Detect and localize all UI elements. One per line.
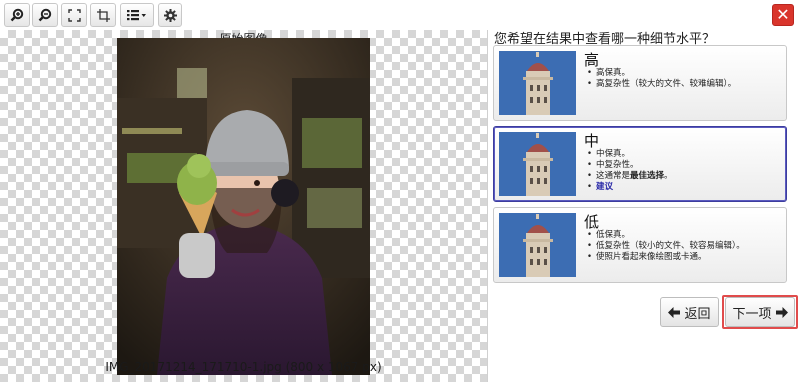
close-button[interactable]: ✕ [772,4,794,26]
zoom-out-icon [38,8,52,22]
back-button[interactable]: 返回 [660,297,719,327]
file-caption: IMG_20171214_171710-1.jpg (800 x 1067 px… [105,360,382,374]
option-thumbnail [499,213,576,277]
option-thumbnail [499,132,576,196]
back-button-label: 返回 [684,306,711,322]
fit-screen-icon [67,8,81,22]
best-choice-suffix: 。 [664,171,673,181]
crop-button[interactable] [90,3,116,27]
best-choice-text: 最佳选择 [630,171,665,181]
recommended-label: 建议 [596,182,614,192]
option-medium-title: 中 [584,132,600,150]
option-high[interactable]: 高 高保真。 高复杂性（较大的文件、较难编辑）。 [493,45,787,121]
list-item: 中保真。 [586,149,673,160]
arrow-left-icon [668,306,681,318]
list-item: 这通常是最佳选择。 [586,171,673,182]
view-menu-button[interactable] [120,3,154,27]
list-item: 建议 [586,182,673,193]
tower-thumbnail-image [499,213,576,277]
crop-icon [96,8,110,22]
option-medium[interactable]: 中 中保真。 中复杂性。 这通常是最佳选择。 建议 [493,126,787,202]
original-photo [117,38,370,375]
fit-screen-button[interactable] [61,3,87,27]
next-button[interactable]: 下一项 [725,297,795,327]
option-high-details: 高保真。 高复杂性（较大的文件、较难编辑）。 [586,68,736,90]
toolbar: ✕ [0,0,800,30]
list-item: 低保真。 [586,230,745,241]
list-item: 高复杂性（较大的文件、较难编辑）。 [586,79,736,90]
option-medium-details: 中保真。 中复杂性。 这通常是最佳选择。 建议 [586,149,673,193]
settings-button[interactable] [158,3,182,27]
list-item: 高保真。 [586,68,736,79]
photo-image [117,38,370,375]
list-item: 使照片看起来像绘图或卡通。 [586,252,745,263]
gear-icon [163,8,177,22]
tower-thumbnail-image [499,132,576,196]
list-item: 低复杂性（较小的文件、较容易编辑）。 [586,241,745,252]
list-menu-icon [127,10,146,21]
arrow-right-icon [775,306,788,318]
option-high-title: 高 [584,51,600,69]
option-low-details: 低保真。 低复杂性（较小的文件、较容易编辑）。 使照片看起来像绘图或卡通。 [586,230,745,263]
option-low[interactable]: 低 低保真。 低复杂性（较小的文件、较容易编辑）。 使照片看起来像绘图或卡通。 [493,207,787,283]
zoom-in-button[interactable] [4,3,30,27]
best-choice-prefix: 这通常是 [596,171,631,181]
zoom-in-icon [10,8,24,22]
image-preview: 原始图像 [0,30,487,382]
zoom-out-button[interactable] [32,3,58,27]
option-low-title: 低 [584,213,600,231]
option-thumbnail [499,51,576,115]
tower-thumbnail-image [499,51,576,115]
panel-divider [487,30,488,382]
list-item: 中复杂性。 [586,160,673,171]
next-button-label: 下一项 [732,306,772,322]
